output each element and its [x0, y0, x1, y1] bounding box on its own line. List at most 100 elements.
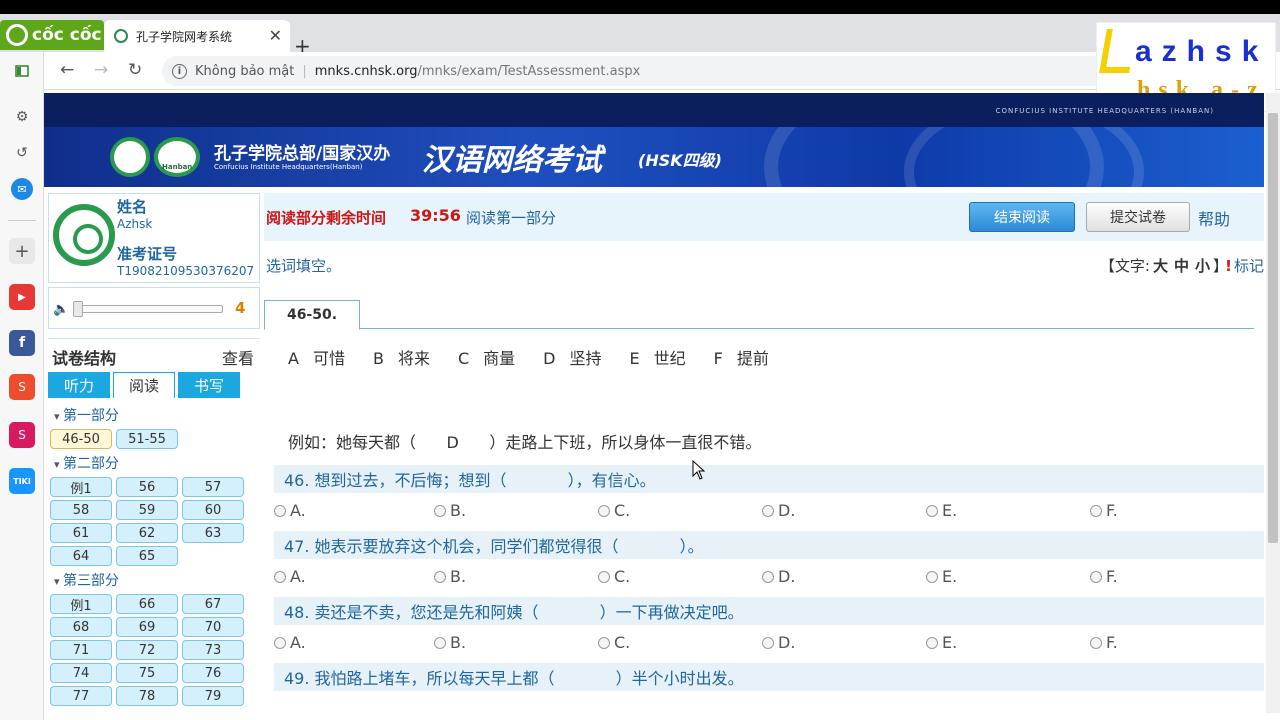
- page-scrollbar[interactable]: [1266, 93, 1280, 713]
- question-nav-button[interactable]: 63: [182, 523, 244, 543]
- question-nav-button[interactable]: 例1: [50, 594, 112, 614]
- scrollbar-thumb[interactable]: [1268, 113, 1278, 543]
- question-nav-button[interactable]: 77: [50, 686, 112, 706]
- answer-option[interactable]: A.: [274, 633, 306, 652]
- question-nav-button[interactable]: 例1: [50, 477, 112, 497]
- forward-icon[interactable]: →: [94, 60, 108, 80]
- question-group-tab[interactable]: 46-50.: [264, 300, 360, 330]
- sendo-icon[interactable]: S: [9, 422, 35, 448]
- help-link[interactable]: 帮助: [1198, 206, 1230, 230]
- section-label[interactable]: ▾ 第一部分: [54, 405, 119, 425]
- back-icon[interactable]: ←: [60, 60, 74, 80]
- volume-slider-handle[interactable]: [73, 301, 83, 317]
- answer-option[interactable]: A.: [274, 501, 306, 520]
- question-nav-button[interactable]: 73: [182, 640, 244, 660]
- structure-view-link[interactable]: 查看: [222, 345, 254, 369]
- answer-option[interactable]: C.: [598, 501, 630, 520]
- end-reading-button[interactable]: 结束阅读: [969, 202, 1075, 232]
- volume-slider[interactable]: [73, 305, 223, 313]
- tiki-icon[interactable]: TIKI: [9, 468, 35, 494]
- youtube-icon[interactable]: ▶: [9, 284, 35, 310]
- radio-button[interactable]: [762, 636, 774, 649]
- answer-option[interactable]: E.: [926, 567, 957, 586]
- radio-button[interactable]: [274, 570, 286, 583]
- question-nav-button[interactable]: 76: [182, 663, 244, 683]
- shopee-icon[interactable]: S: [9, 374, 35, 400]
- question-nav-button[interactable]: 57: [182, 477, 244, 497]
- url-field[interactable]: i Không bảo mật | mnks.cnhsk.org /mnks/e…: [162, 56, 1142, 86]
- answer-option[interactable]: D.: [762, 567, 795, 586]
- answer-option[interactable]: B.: [434, 633, 466, 652]
- answer-option[interactable]: D.: [762, 633, 795, 652]
- submit-paper-button[interactable]: 提交试卷: [1086, 202, 1190, 232]
- answer-option[interactable]: C.: [598, 633, 630, 652]
- question-nav-button[interactable]: 66: [116, 594, 178, 614]
- answer-option[interactable]: F.: [1090, 567, 1118, 586]
- answer-option[interactable]: F.: [1090, 501, 1118, 520]
- reload-icon[interactable]: ↻: [128, 60, 142, 80]
- info-icon[interactable]: i: [172, 63, 187, 79]
- tab-close-icon[interactable]: ✕: [269, 26, 282, 45]
- radio-button[interactable]: [1090, 570, 1102, 583]
- radio-button[interactable]: [762, 570, 774, 583]
- question-nav-button[interactable]: 58: [50, 500, 112, 520]
- question-nav-button[interactable]: 64: [50, 546, 112, 566]
- answer-option[interactable]: E.: [926, 633, 957, 652]
- radio-button[interactable]: [274, 504, 286, 517]
- radio-button[interactable]: [598, 570, 610, 583]
- mark-button[interactable]: ! 标记: [1225, 255, 1264, 276]
- question-nav-button[interactable]: 69: [116, 617, 178, 637]
- gear-icon[interactable]: ⚙: [9, 104, 35, 130]
- radio-button[interactable]: [1090, 504, 1102, 517]
- question-nav-button[interactable]: 59: [116, 500, 178, 520]
- messenger-icon[interactable]: ✉: [11, 178, 33, 200]
- radio-button[interactable]: [762, 504, 774, 517]
- radio-button[interactable]: [1090, 636, 1102, 649]
- tab-reading[interactable]: 阅读: [113, 372, 175, 398]
- question-nav-button[interactable]: 65: [116, 546, 178, 566]
- add-icon[interactable]: +: [9, 238, 35, 264]
- answer-option[interactable]: B.: [434, 501, 466, 520]
- question-nav-button[interactable]: 51-55: [116, 429, 178, 449]
- tab-writing[interactable]: 书写: [178, 372, 240, 398]
- answer-option[interactable]: E.: [926, 501, 957, 520]
- radio-button[interactable]: [434, 570, 446, 583]
- question-nav-button[interactable]: 74: [50, 663, 112, 683]
- answer-option[interactable]: B.: [434, 567, 466, 586]
- answer-option[interactable]: C.: [598, 567, 630, 586]
- tab-listening[interactable]: 听力: [48, 372, 110, 398]
- question-nav-button[interactable]: 71: [50, 640, 112, 660]
- sidebar-toggle-icon[interactable]: [9, 58, 35, 84]
- question-nav-button[interactable]: 79: [182, 686, 244, 706]
- answer-option[interactable]: F.: [1090, 633, 1118, 652]
- radio-button[interactable]: [434, 636, 446, 649]
- radio-button[interactable]: [274, 636, 286, 649]
- answer-option[interactable]: D.: [762, 501, 795, 520]
- section-label[interactable]: ▾ 第二部分: [54, 453, 119, 473]
- question-nav-button[interactable]: 62: [116, 523, 178, 543]
- question-nav-button[interactable]: 68: [50, 617, 112, 637]
- browser-tab-active[interactable]: 孔子学院网考系统 ✕: [104, 20, 290, 52]
- section-label[interactable]: ▾ 第三部分: [54, 570, 119, 590]
- question-nav-button[interactable]: 70: [182, 617, 244, 637]
- question-nav-button[interactable]: 46-50: [50, 429, 112, 449]
- question-nav-button[interactable]: 75: [116, 663, 178, 683]
- radio-button[interactable]: [598, 636, 610, 649]
- font-large-button[interactable]: 大: [1153, 257, 1168, 275]
- question-nav-button[interactable]: 67: [182, 594, 244, 614]
- radio-button[interactable]: [926, 570, 938, 583]
- font-medium-button[interactable]: 中: [1174, 257, 1189, 275]
- radio-button[interactable]: [598, 504, 610, 517]
- coccoc-logo[interactable]: cốc cốc: [0, 20, 104, 50]
- question-nav-button[interactable]: 61: [50, 523, 112, 543]
- radio-button[interactable]: [926, 636, 938, 649]
- font-small-button[interactable]: 小: [1195, 257, 1210, 275]
- question-nav-button[interactable]: 78: [116, 686, 178, 706]
- answer-option[interactable]: A.: [274, 567, 306, 586]
- radio-button[interactable]: [926, 504, 938, 517]
- question-nav-button[interactable]: 72: [116, 640, 178, 660]
- question-nav-button[interactable]: 56: [116, 477, 178, 497]
- facebook-icon[interactable]: f: [9, 330, 35, 356]
- history-icon[interactable]: ↺: [9, 140, 35, 166]
- radio-button[interactable]: [434, 504, 446, 517]
